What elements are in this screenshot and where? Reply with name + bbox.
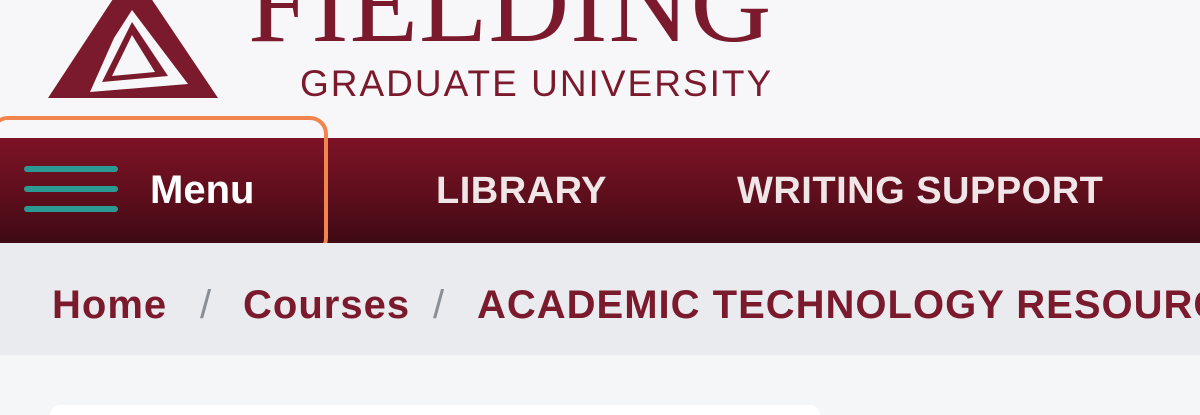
breadcrumb-home-link[interactable]: Home <box>52 283 167 327</box>
breadcrumb-separator: / <box>200 283 212 327</box>
page: FIELDING GRADUATE UNIVERSITY Menu LIBRAR… <box>0 0 1200 415</box>
hamburger-line <box>24 166 118 172</box>
nav-link-library[interactable]: LIBRARY <box>436 170 607 212</box>
content-card <box>50 405 820 415</box>
hamburger-menu-icon[interactable] <box>24 166 118 212</box>
breadcrumb-separator: / <box>433 283 445 327</box>
fielding-triangle-logo-icon[interactable] <box>40 0 225 105</box>
breadcrumb-current-page: ACADEMIC TECHNOLOGY RESOURC <box>477 283 1200 327</box>
logo-wordmark[interactable]: FIELDING <box>248 0 772 60</box>
logo-subtitle: GRADUATE UNIVERSITY <box>300 63 774 104</box>
nav-link-writing-support[interactable]: WRITING SUPPORT <box>737 170 1103 212</box>
menu-button-label[interactable]: Menu <box>150 168 254 212</box>
hamburger-line <box>24 186 118 192</box>
hamburger-line <box>24 206 118 212</box>
breadcrumb-courses-link[interactable]: Courses <box>243 283 410 327</box>
